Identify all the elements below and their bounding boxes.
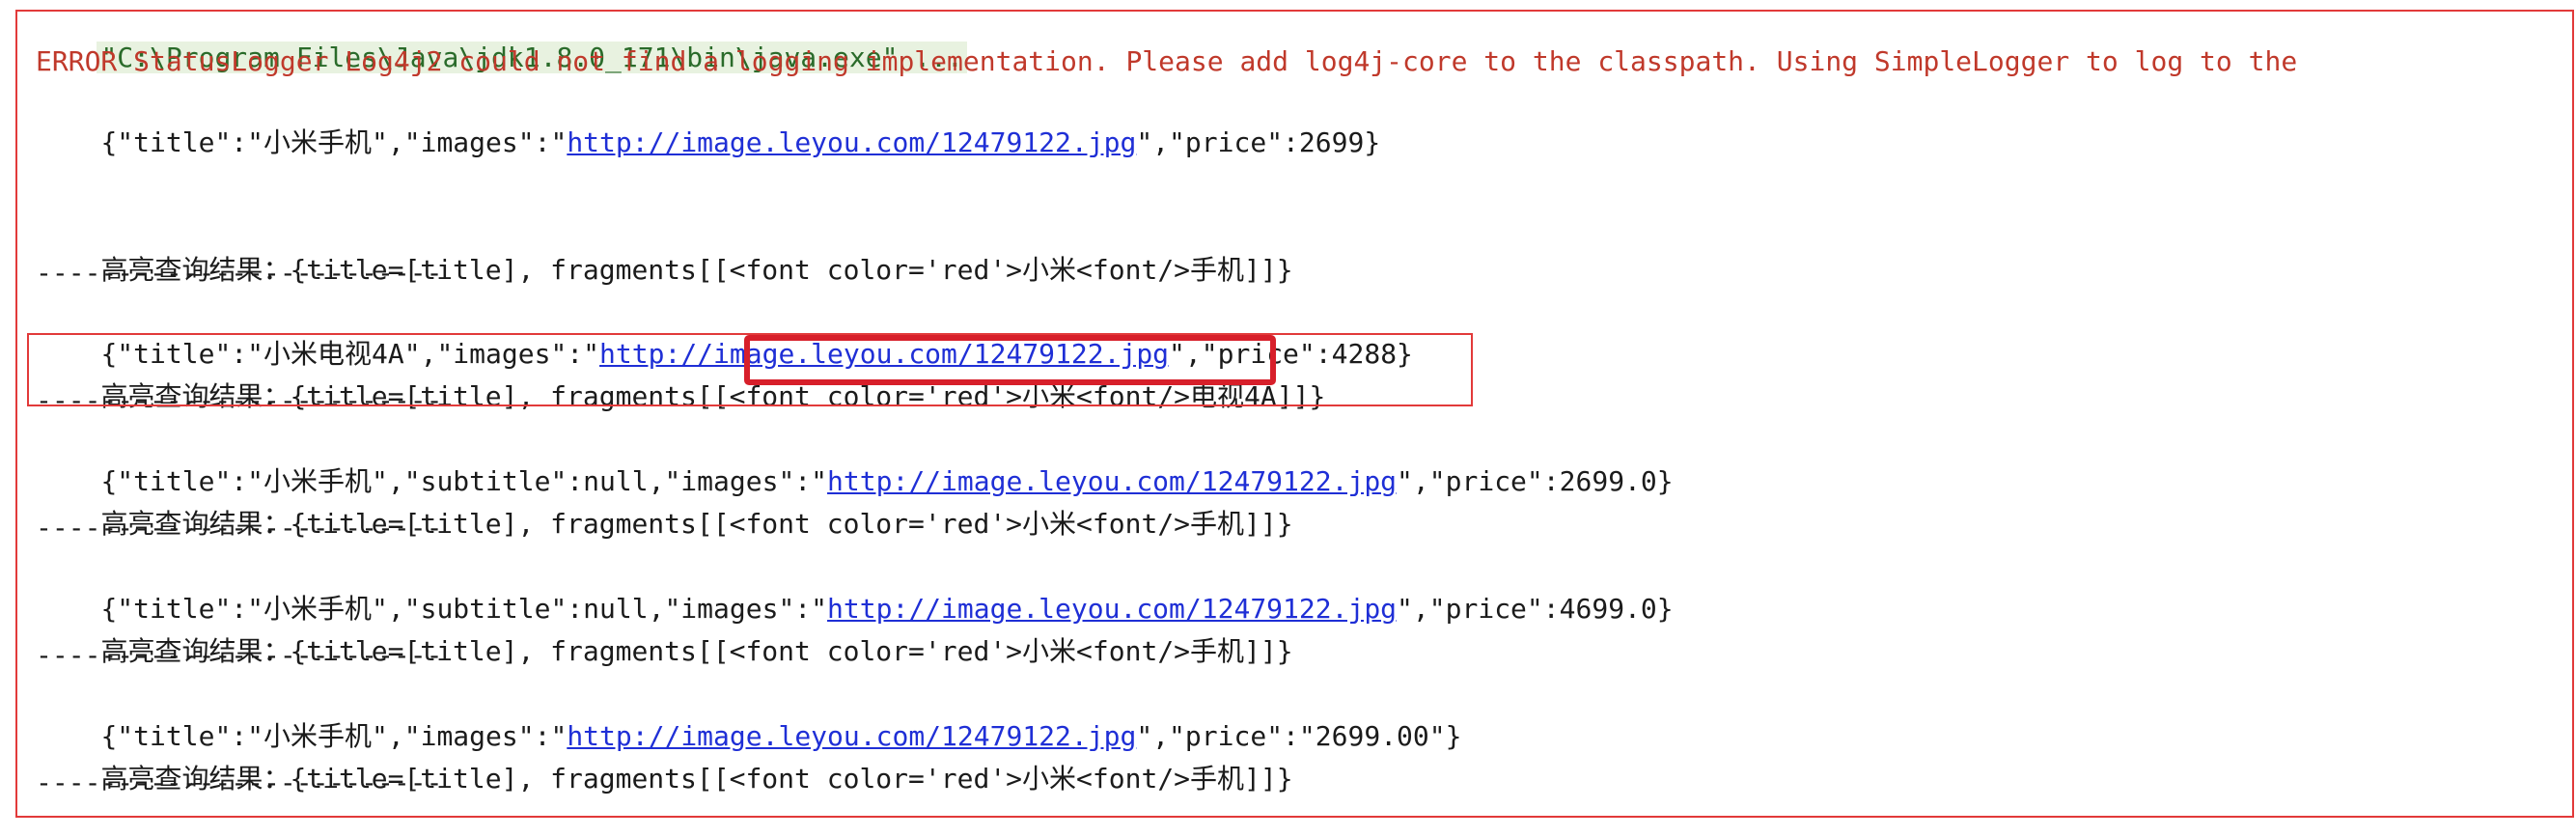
highlight-result-line: 高亮查询结果：{title=[title], fragments[[<font … [36,721,1292,795]
highlight-rest: 手机]]} [1190,508,1293,540]
separator-line: ------------------------- [36,767,443,798]
json-line: {"title":"小米手机","images":"http://image.l… [36,85,1380,158]
json-suffix: ","price":2699} [1136,126,1381,158]
highlight-tag: <font color='red'>小米<font/> [729,254,1191,286]
highlight-tag: <font color='red'>小米<font/> [729,635,1191,667]
json-line: {"title":"小米手机","subtitle":null,"images"… [36,551,1673,625]
separator-line: ------------------------- [36,257,443,289]
json-line: {"title":"小米手机","subtitle":null,"images"… [36,424,1673,497]
command-line: "C:\Program Files\Java\jdk1.8.0_171\bin\… [36,0,967,73]
json-line: {"title":"小米手机","images":"http://image.l… [36,679,1461,752]
highlight-rest: 手机]]} [1190,635,1293,667]
highlight-tag: <font color='red'>小米<font/> [729,763,1191,795]
json-line: {"title":"小米电视4A","images":"http://image… [36,296,1412,370]
json-suffix: ","price":4699.0} [1397,593,1674,625]
separator-line: ------------------------- [36,512,443,544]
json-prefix: {"title":"小米手机","images":" [100,126,568,158]
highlight-rest: 手机]]} [1190,763,1293,795]
highlight-result-line: 高亮查询结果：{title=[title], fragments[[<font … [36,212,1292,286]
error-line: ERROR StatusLogger Log4j2 could not find… [36,45,2298,77]
annotation-highlight-box [744,335,1276,385]
image-link[interactable]: http://image.leyou.com/12479122.jpg [567,126,1136,158]
highlight-result-line: 高亮查询结果：{title=[title], fragments[[<font … [36,466,1292,540]
console-output[interactable]: "C:\Program Files\Java\jdk1.8.0_171\bin\… [0,0,2576,827]
json-suffix: ","price":2699.0} [1397,465,1674,497]
highlight-result-line: 高亮查询结果：{title=[title], fragments[[<font … [36,594,1292,667]
separator-line: ------------------------- [36,639,443,671]
highlight-tag: <font color='red'>小米<font/> [729,508,1191,540]
highlight-rest: 手机]]} [1190,254,1293,286]
